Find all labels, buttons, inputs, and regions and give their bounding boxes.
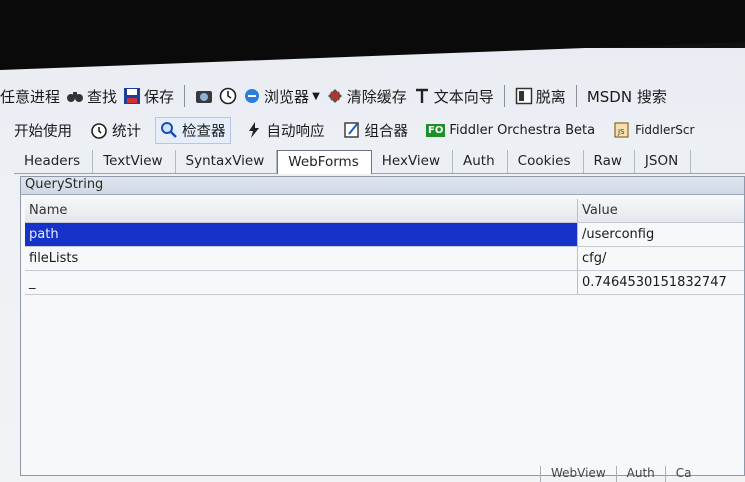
msdn-search-box[interactable]: MSDN 搜索 (587, 86, 667, 107)
grid-header: Name Value (25, 199, 744, 223)
chevron-down-icon[interactable]: ▼ (312, 91, 320, 102)
tab-get-started-label: 开始使用 (14, 123, 72, 140)
response-tabs: WebView Auth Ca (540, 466, 745, 482)
tab-textview[interactable]: TextView (93, 150, 176, 173)
row-name-cell[interactable]: _ (25, 271, 578, 294)
lightning-icon (248, 122, 259, 138)
main-toolbar: 任意进程 查找 保存 浏览器 ▼ 清除缓存 文本向导 脱离 MSDN 搜索 (0, 78, 745, 114)
any-process-label: 任意进程 (0, 87, 61, 106)
fo-icon: FO (426, 123, 446, 137)
row-name-cell[interactable]: path (25, 223, 578, 246)
tab-inspectors-label: 检查器 (182, 123, 226, 140)
tab-caching[interactable]: Ca (664, 466, 702, 482)
any-process-button[interactable]: 任意进程 (0, 86, 60, 107)
tearoff-icon (515, 87, 533, 105)
tab-statistics[interactable]: 统计 (86, 118, 145, 143)
row-value-cell[interactable]: cfg/ (578, 247, 744, 270)
tearoff-button[interactable]: 脱离 (515, 86, 566, 107)
inspector-icon (161, 122, 177, 138)
tab-inspectors[interactable]: 检查器 (155, 116, 231, 144)
clear-cache-label: 清除缓存 (346, 87, 407, 106)
tab-syntaxview[interactable]: SyntaxView (176, 150, 278, 173)
tab-auth-response[interactable]: Auth (615, 466, 665, 482)
composer-icon (343, 122, 359, 138)
browse-label: 浏览器 (264, 87, 310, 106)
querystring-grid: Name Value path /userconfig fileLists cf… (25, 199, 744, 295)
msdn-search-label: MSDN 搜索 (586, 87, 667, 106)
table-row[interactable]: fileLists cfg/ (25, 247, 744, 271)
tab-hexview[interactable]: HexView (372, 150, 453, 173)
tearoff-label: 脱离 (535, 87, 566, 106)
timer-button[interactable] (219, 87, 237, 105)
tab-webview[interactable]: WebView (540, 466, 616, 482)
tab-fiddlerscript-label: FiddlerScr (635, 123, 695, 137)
column-header-name[interactable]: Name (25, 199, 578, 222)
toolbar-divider (575, 85, 577, 107)
querystring-panel: QueryString Name Value path /userconfig … (20, 176, 745, 476)
tab-fiddler-orchestra[interactable]: FO Fiddler Orchestra Beta (422, 121, 599, 140)
svg-text:JS: JS (617, 128, 625, 136)
timer-icon (219, 87, 237, 105)
find-button[interactable]: 查找 (66, 86, 117, 107)
main-tabs: 开始使用 统计 检查器 自动响应 组合器 FO Fiddler Orchestr… (10, 116, 745, 144)
tab-get-started[interactable]: 开始使用 (10, 118, 76, 143)
tab-auth[interactable]: Auth (453, 150, 508, 173)
binoculars-icon (67, 92, 84, 102)
tab-json[interactable]: JSON (635, 150, 692, 173)
tab-composer[interactable]: 组合器 (339, 118, 413, 143)
save-label: 保存 (144, 87, 175, 106)
stopwatch-icon (91, 123, 107, 139)
table-row[interactable]: _ 0.7464530151832747 (25, 271, 744, 295)
camera-icon (196, 91, 213, 103)
row-value-cell[interactable]: 0.7464530151832747 (578, 271, 744, 294)
querystring-title: QueryString (21, 177, 744, 195)
script-icon: JS (614, 122, 629, 138)
clear-cache-icon (327, 89, 342, 103)
tab-autoresponder-label: 自动响应 (266, 123, 325, 140)
text-wizard-icon (415, 88, 428, 103)
tab-fiddler-orchestra-label: Fiddler Orchestra Beta (449, 122, 596, 138)
tab-webforms[interactable]: WebForms (277, 150, 372, 174)
ie-browser-icon (245, 89, 260, 103)
browse-button[interactable]: 浏览器 ▼ (243, 86, 320, 107)
screenshot-button[interactable] (195, 87, 213, 105)
save-icon (124, 88, 141, 104)
tab-raw[interactable]: Raw (584, 150, 635, 173)
find-label: 查找 (87, 87, 118, 106)
inspector-tabs: Headers TextView SyntaxView WebForms Hex… (14, 146, 745, 174)
table-row[interactable]: path /userconfig (25, 223, 744, 247)
tab-headers[interactable]: Headers (14, 150, 94, 173)
row-name-cell[interactable]: fileLists (25, 247, 578, 270)
tab-cookies[interactable]: Cookies (508, 150, 584, 173)
toolbar-divider (503, 85, 505, 107)
tab-fiddlerscript[interactable]: JS FiddlerScr (609, 119, 698, 141)
column-header-value[interactable]: Value (578, 199, 744, 222)
tab-statistics-label: 统计 (112, 123, 141, 140)
text-wizard-label: 文本向导 (433, 87, 494, 106)
toolbar-divider (184, 85, 186, 107)
tab-autoresponder[interactable]: 自动响应 (241, 118, 329, 143)
clear-cache-button[interactable]: 清除缓存 (326, 86, 407, 107)
text-wizard-button[interactable]: 文本向导 (413, 86, 494, 107)
row-value-cell[interactable]: /userconfig (578, 223, 744, 246)
save-button[interactable]: 保存 (123, 86, 174, 107)
tab-composer-label: 组合器 (364, 123, 409, 140)
